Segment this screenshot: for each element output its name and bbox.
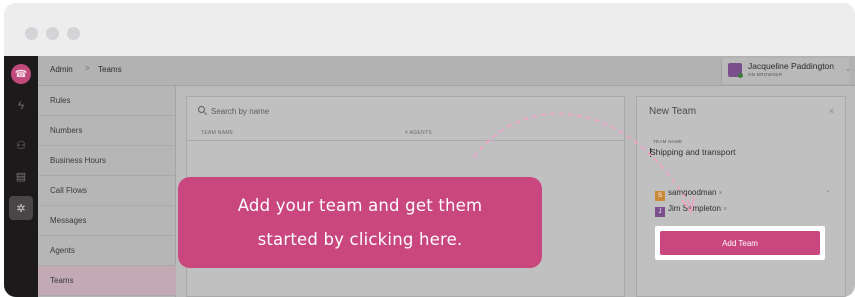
user-name: Jacqueline Paddington xyxy=(748,61,835,71)
status-dot xyxy=(738,73,743,78)
window-maximize-button[interactable] xyxy=(67,27,80,40)
settings-nav: Rules Numbers Business Hours Call Flows … xyxy=(38,86,176,297)
agent-chip: J Jim Sampleton × xyxy=(655,204,727,217)
panel-title: New Team xyxy=(649,106,697,117)
nav-item-rules[interactable]: Rules xyxy=(38,86,176,116)
window-titlebar xyxy=(4,3,855,56)
add-team-button[interactable]: Add Team xyxy=(660,231,820,255)
agent-name: samgoodman xyxy=(668,188,717,197)
nav-item-call-flows[interactable]: Call Flows xyxy=(38,176,176,206)
column-header-agents[interactable]: # AGENTS xyxy=(405,130,432,136)
remove-agent-icon[interactable]: × xyxy=(723,206,727,213)
breadcrumb-teams: Teams xyxy=(98,65,122,74)
callout-line-1: Add your team and get them xyxy=(237,196,483,215)
agent-chip: Ssamgoodman × xyxy=(655,188,723,201)
nav-item-messages[interactable]: Messages xyxy=(38,206,176,236)
bolt-icon[interactable]: ϟ xyxy=(9,94,33,118)
agent-name: Jim Sampleton xyxy=(668,204,721,213)
column-header-team-name[interactable]: TEAM NAME xyxy=(201,130,233,136)
nav-item-teams[interactable]: Teams xyxy=(38,266,176,296)
breadcrumb-admin[interactable]: Admin xyxy=(50,65,73,74)
avatar: J xyxy=(655,207,665,217)
user-status: ON BROWSER xyxy=(748,72,783,77)
icon-rail: ☎ ϟ ⚇ ▤ ✲ xyxy=(4,56,38,297)
chevron-down-icon[interactable]: ⌄ xyxy=(845,65,851,73)
window-close-button[interactable] xyxy=(25,27,38,40)
search-input[interactable] xyxy=(211,104,511,118)
chevron-down-icon[interactable]: ⌄ xyxy=(825,186,831,194)
new-team-panel: New Team × TEAM NAME Shipping and transp… xyxy=(636,96,846,297)
table-header: TEAM NAME # AGENTS xyxy=(187,125,624,141)
team-name-field[interactable]: Shipping and transport xyxy=(650,147,830,157)
search-icon xyxy=(198,106,205,113)
nav-item-agents[interactable]: Agents xyxy=(38,236,176,266)
nav-item-numbers[interactable]: Numbers xyxy=(38,116,176,146)
window-minimize-button[interactable] xyxy=(46,27,59,40)
close-icon[interactable]: × xyxy=(829,106,834,116)
avatar: S xyxy=(655,191,665,201)
search-row xyxy=(187,97,624,125)
inbox-icon[interactable]: ▤ xyxy=(9,164,33,188)
team-icon[interactable]: ⚇ xyxy=(9,133,33,157)
phone-icon[interactable]: ☎ xyxy=(11,64,31,84)
team-name-label: TEAM NAME xyxy=(653,139,683,144)
callout-line-2: started by clicking here. xyxy=(257,230,463,249)
remove-agent-icon[interactable]: × xyxy=(718,190,722,197)
team-name-value: Shipping and transport xyxy=(650,147,736,157)
breadcrumb-separator: > xyxy=(85,64,90,73)
tooltip-callout: Add your team and get them started by cl… xyxy=(178,177,542,268)
user-menu[interactable]: Jacqueline Paddington ON BROWSER ⌄ xyxy=(721,58,851,84)
header-bar: Admin > Teams Jacqueline Paddington ON B… xyxy=(38,56,855,86)
gear-icon[interactable]: ✲ xyxy=(9,196,33,220)
nav-item-business-hours[interactable]: Business Hours xyxy=(38,146,176,176)
